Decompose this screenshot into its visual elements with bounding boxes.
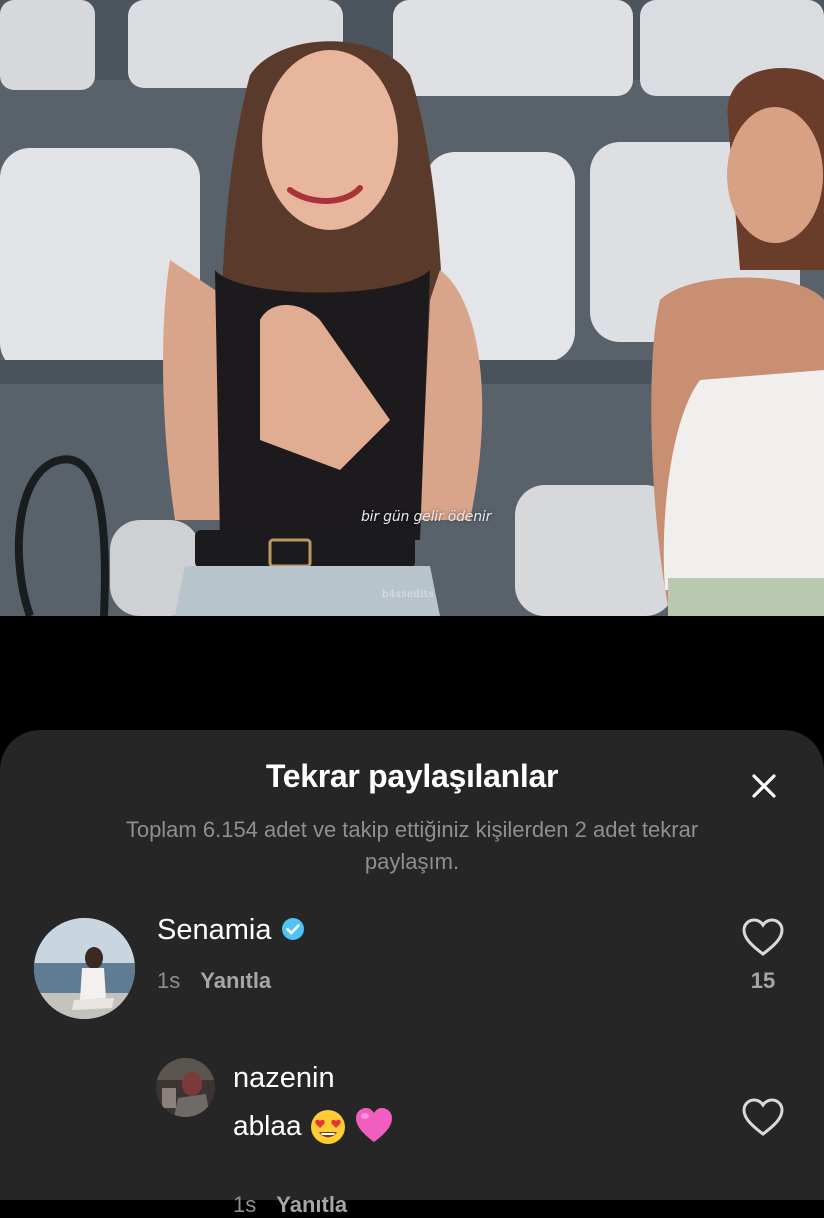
sheet-description: Toplam 6.154 adet ve takip ettiğiniz kiş…	[125, 817, 699, 874]
comment-username[interactable]: nazenin	[233, 1062, 335, 1095]
heart-eyes-emoji-icon	[310, 1110, 345, 1144]
like-count: 15	[750, 968, 776, 993]
like-button[interactable]	[741, 1096, 785, 1140]
comment-text-content: ablaa	[233, 1110, 302, 1141]
avatar-image	[34, 918, 135, 1019]
video-watermark: b4ssedits	[382, 589, 435, 600]
avatar[interactable]	[156, 1058, 215, 1117]
avatar[interactable]	[34, 918, 135, 1019]
close-button[interactable]	[746, 768, 782, 804]
reposts-sheet: Tekrar paylaşılanlar Toplam 6.154 adet v…	[0, 730, 824, 1217]
reply-button[interactable]: Yanıtla	[200, 968, 271, 994]
comment-username[interactable]: Senamia	[157, 914, 305, 947]
comment-meta: 1s Yanıtla	[233, 1192, 347, 1218]
username-text: Senamia	[157, 914, 272, 946]
heart-outline-icon	[742, 1098, 784, 1136]
pink-heart-emoji-icon	[355, 1108, 392, 1142]
comment-text: ablaa	[233, 1106, 394, 1146]
video-player[interactable]: bir gün gelir ödenir b4ssedits	[0, 0, 824, 616]
verified-badge-icon	[281, 918, 304, 940]
sheet-title: Tekrar paylaşılanlar	[265, 758, 559, 794]
comment-time: 1s	[233, 1192, 257, 1217]
comment-meta: 1s Yanıtla	[157, 968, 271, 994]
heart-outline-icon	[742, 918, 784, 956]
avatar-image	[156, 1058, 215, 1117]
reply-button[interactable]: Yanıtla	[276, 1192, 347, 1218]
video-subtitle: bir gün gelir ödenir	[361, 509, 492, 525]
comment-time: 1s	[157, 968, 181, 993]
like-button[interactable]	[741, 916, 785, 960]
close-icon	[752, 774, 776, 798]
